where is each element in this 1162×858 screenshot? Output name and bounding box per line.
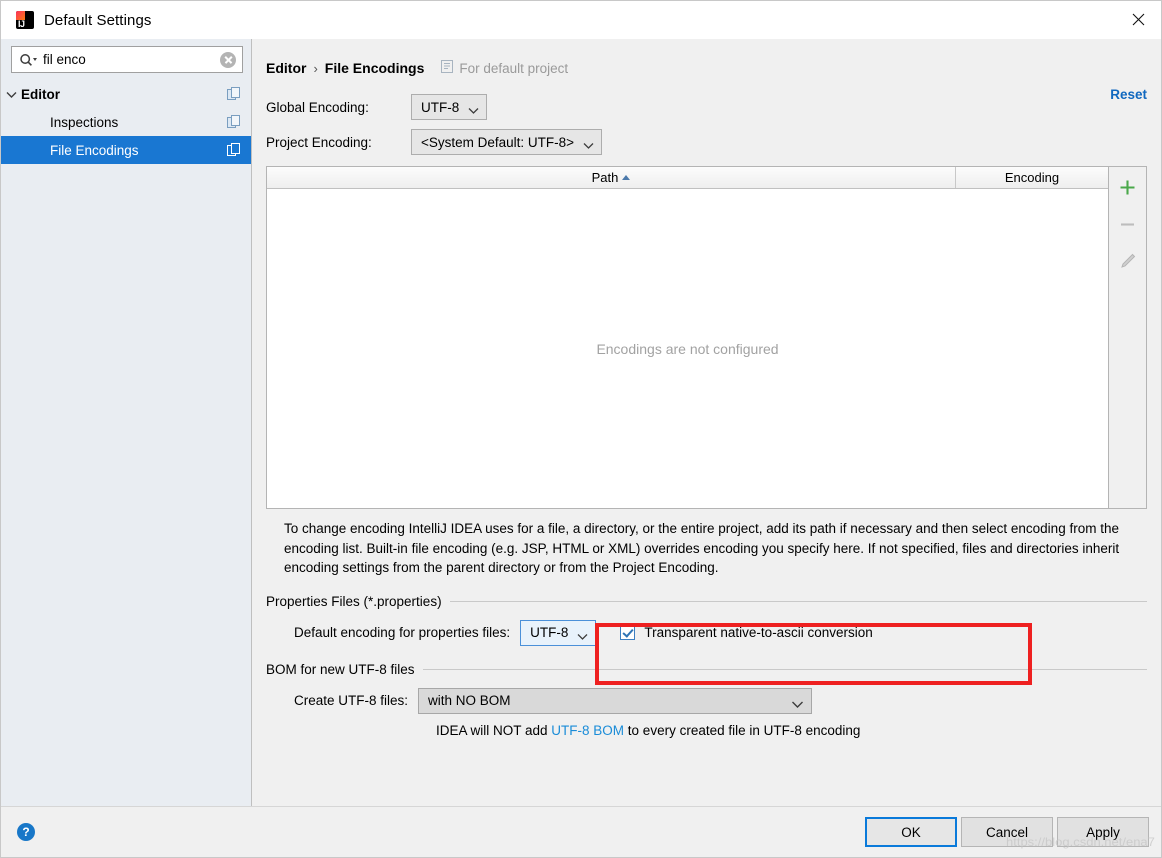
bom-note-suffix: to every created file in UTF-8 encoding xyxy=(624,722,861,738)
edit-button[interactable] xyxy=(1116,249,1140,273)
bom-group: BOM for new UTF-8 files Create UTF-8 fil… xyxy=(266,662,1147,738)
dialog-footer: ? OK Cancel Apply xyxy=(1,806,1161,857)
properties-encoding-row: Default encoding for properties files: U… xyxy=(266,619,1147,646)
table-empty-message: Encodings are not configured xyxy=(596,340,779,357)
breadcrumb-root[interactable]: Editor xyxy=(266,60,306,76)
search-input[interactable] xyxy=(43,52,220,67)
chevron-down-icon xyxy=(583,138,594,149)
sort-ascending-icon xyxy=(622,174,631,180)
settings-dialog: Default Settings xyxy=(0,0,1162,858)
project-encoding-select[interactable]: <System Default: UTF-8> xyxy=(411,129,603,155)
sidebar-item-label: File Encodings xyxy=(50,142,139,158)
search-container xyxy=(1,39,251,79)
table-toolbar xyxy=(1109,166,1147,509)
utf8-bom-link[interactable]: UTF-8 BOM xyxy=(551,723,624,738)
search-box[interactable] xyxy=(11,46,243,73)
project-icon xyxy=(441,60,454,76)
search-icon xyxy=(19,52,41,68)
settings-content: Editor › File Encodings For default proj… xyxy=(252,39,1161,806)
column-header-path[interactable]: Path xyxy=(267,167,956,188)
global-encoding-row: Global Encoding: UTF-8 xyxy=(266,94,1147,120)
help-icon[interactable]: ? xyxy=(17,823,35,841)
window-title: Default Settings xyxy=(44,11,152,29)
properties-files-group: Properties Files (*.properties) Default … xyxy=(266,594,1147,646)
group-title: BOM for new UTF-8 files xyxy=(266,661,415,677)
group-header: Properties Files (*.properties) xyxy=(266,594,1147,609)
create-utf8-row: Create UTF-8 files: with NO BOM xyxy=(266,687,1147,714)
cancel-button[interactable]: Cancel xyxy=(961,817,1053,847)
encodings-table-area: Path Encoding Encodings are not configur… xyxy=(266,166,1147,509)
scope-note: For default project xyxy=(441,60,568,76)
column-header-label: Encoding xyxy=(1004,170,1060,185)
properties-encoding-label: Default encoding for properties files: xyxy=(294,625,511,640)
chevron-down-icon xyxy=(791,697,804,708)
properties-encoding-select[interactable]: UTF-8 xyxy=(520,619,597,646)
settings-tree: Editor Inspections File Encodings xyxy=(1,79,251,164)
project-encoding-value: <System Default: UTF-8> xyxy=(421,134,575,150)
project-encoding-row: Project Encoding: <System Default: UTF-8… xyxy=(266,129,1147,155)
bom-note-prefix: IDEA will NOT add xyxy=(436,722,552,738)
reset-link[interactable]: Reset xyxy=(1110,87,1147,102)
description-text: To change encoding IntelliJ IDEA uses fo… xyxy=(284,521,1120,575)
remove-button[interactable] xyxy=(1116,212,1140,236)
group-divider xyxy=(449,600,1147,602)
breadcrumb-leaf: File Encodings xyxy=(324,60,425,76)
native-to-ascii-label: Transparent native-to-ascii conversion xyxy=(644,625,873,640)
copy-icon[interactable] xyxy=(227,143,241,157)
encodings-table: Path Encoding Encodings are not configur… xyxy=(266,166,1109,509)
native-to-ascii-checkbox[interactable] xyxy=(620,625,636,640)
add-button[interactable] xyxy=(1116,175,1140,199)
native-to-ascii-checkbox-row[interactable]: Transparent native-to-ascii conversion xyxy=(620,625,873,640)
create-utf8-label: Create UTF-8 files: xyxy=(294,693,409,708)
global-encoding-label: Global Encoding: xyxy=(266,99,369,115)
chevron-down-icon[interactable] xyxy=(1,91,21,98)
intellij-idea-logo-icon xyxy=(16,11,34,29)
dialog-buttons: OK Cancel Apply xyxy=(865,817,1149,847)
chevron-down-icon xyxy=(577,629,588,640)
group-divider xyxy=(422,668,1147,670)
copy-icon[interactable] xyxy=(227,87,241,101)
global-encoding-select[interactable]: UTF-8 xyxy=(411,94,488,120)
chevron-down-icon xyxy=(468,103,479,114)
project-encoding-label: Project Encoding: xyxy=(266,134,372,150)
global-encoding-value: UTF-8 xyxy=(421,99,460,115)
clear-icon[interactable] xyxy=(220,51,236,68)
scope-note-label: For default project xyxy=(459,60,569,76)
create-utf8-select[interactable]: with NO BOM xyxy=(418,687,813,714)
group-header: BOM for new UTF-8 files xyxy=(266,662,1147,677)
bom-note: IDEA will NOT add UTF-8 BOM to every cre… xyxy=(266,723,1147,738)
sidebar-item-label: Editor xyxy=(21,86,60,102)
close-icon[interactable] xyxy=(1115,1,1161,38)
group-title: Properties Files (*.properties) xyxy=(266,593,442,609)
sidebar-item-editor[interactable]: Editor xyxy=(1,80,251,108)
table-header-row: Path Encoding xyxy=(267,167,1108,189)
apply-button[interactable]: Apply xyxy=(1057,817,1149,847)
copy-icon[interactable] xyxy=(227,115,241,129)
breadcrumb-separator: › xyxy=(313,60,318,76)
column-header-label: Path xyxy=(591,170,619,185)
dialog-body: Editor Inspections xyxy=(1,39,1161,806)
sidebar-item-inspections[interactable]: Inspections xyxy=(1,108,251,136)
title-bar: Default Settings xyxy=(1,1,1161,39)
ok-button[interactable]: OK xyxy=(865,817,957,847)
sidebar-item-file-encodings[interactable]: File Encodings xyxy=(1,136,251,164)
breadcrumb: Editor › File Encodings For default proj… xyxy=(266,39,1147,85)
sidebar-item-label: Inspections xyxy=(50,114,119,130)
create-utf8-value: with NO BOM xyxy=(428,693,511,708)
properties-encoding-value: UTF-8 xyxy=(530,625,569,640)
column-header-encoding[interactable]: Encoding xyxy=(956,167,1108,188)
settings-sidebar: Editor Inspections xyxy=(1,39,252,806)
